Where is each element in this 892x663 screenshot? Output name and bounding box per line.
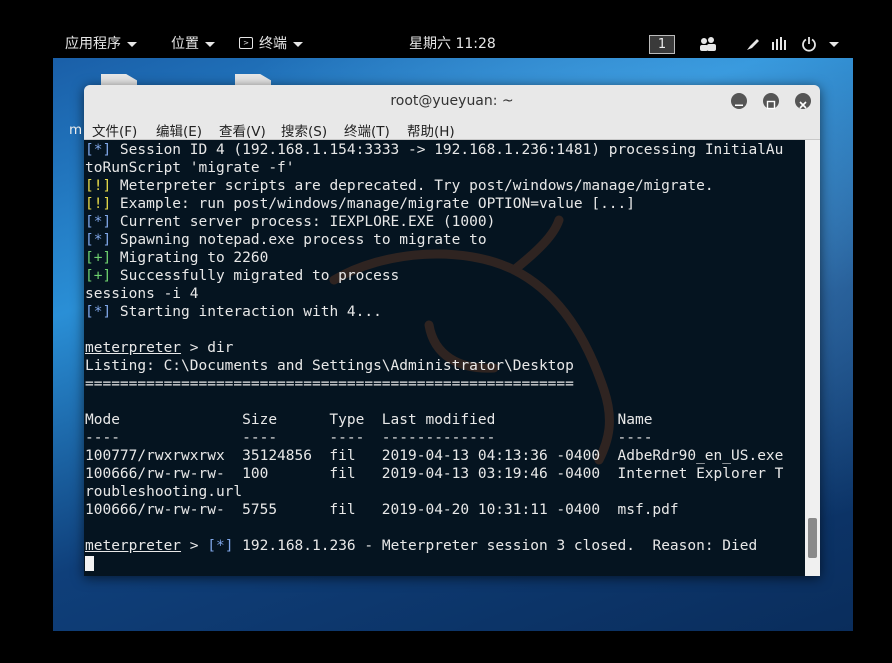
terminal-icon: > — [239, 37, 253, 49]
workspace-indicator[interactable]: 1 — [649, 35, 675, 54]
top-panel: 应用程序 位置 > 终端 星期六 11:28 1 — [53, 30, 853, 58]
applications-menu[interactable]: 应用程序 — [65, 30, 137, 58]
terminal-output[interactable]: [*] Session ID 4 (192.168.1.154:3333 -> … — [84, 140, 805, 576]
terminal-line: [*] Starting interaction with 4... — [85, 303, 783, 321]
info-tag: [*] — [85, 214, 112, 230]
meterpreter-prompt: meterpreter — [85, 538, 182, 554]
terminal-line: 100666/rw-rw-rw- 100 fil 2019-04-13 03:1… — [85, 465, 783, 483]
pen-icon[interactable] — [745, 36, 761, 52]
terminal-lines: [*] Session ID 4 (192.168.1.154:3333 -> … — [85, 141, 783, 573]
menu-edit[interactable]: 编辑(E) — [156, 120, 202, 140]
warning-tag: [!] — [85, 196, 112, 212]
window-title: root@yueyuan: ~ — [390, 93, 514, 109]
close-button[interactable] — [795, 93, 811, 109]
terminal-text: 100777/rwxrwxrwx 35124856 fil 2019-04-13… — [85, 448, 784, 464]
terminal-text: Session ID 4 (192.168.1.154:3333 -> 192.… — [111, 142, 784, 158]
terminal-text: 100666/rw-rw-rw- 100 fil 2019-04-13 03:1… — [85, 466, 784, 482]
menu-help[interactable]: 帮助(H) — [407, 120, 455, 140]
terminal-scrollbar[interactable] — [805, 140, 820, 576]
maximize-icon — [766, 100, 776, 110]
terminal-line: [!] Example: run post/windows/manage/mig… — [85, 195, 783, 213]
terminal-line: sessions -i 4 — [85, 285, 783, 303]
terminal-line: [*] Session ID 4 (192.168.1.154:3333 -> … — [85, 141, 783, 159]
info-tag: [*] — [85, 142, 112, 158]
terminal-line: toRunScript 'migrate -f' — [85, 159, 783, 177]
chevron-down-icon — [205, 41, 215, 47]
terminal-text: ---- ---- ---- ------------- ---- — [85, 430, 653, 446]
terminal-text: Starting interaction with 4... — [111, 304, 382, 320]
terminal-cursor — [85, 556, 94, 571]
terminal-line: [+] Successfully migrated to process — [85, 267, 783, 285]
window-titlebar[interactable]: root@yueyuan: ~ — [84, 85, 820, 117]
close-icon — [799, 101, 807, 109]
menu-file[interactable]: 文件(F) — [92, 120, 137, 140]
terminal-line: meterpreter > [*] 192.168.1.236 - Meterp… — [85, 537, 783, 555]
terminal-text: ========================================… — [85, 376, 574, 392]
chevron-down-icon — [127, 41, 137, 47]
terminal-text: Successfully migrated to process — [111, 268, 400, 284]
terminal-text: Mode Size Type Last modified Name — [85, 412, 653, 428]
chevron-down-icon — [293, 41, 303, 47]
minimize-icon — [735, 104, 743, 106]
success-tag: [+] — [85, 250, 112, 266]
terminal-text: roubleshooting.url — [85, 484, 243, 500]
clock[interactable]: 星期六 11:28 — [409, 30, 496, 58]
warning-tag: [!] — [85, 178, 112, 194]
terminal-text: Listing: C:\Documents and Settings\Admin… — [85, 358, 574, 374]
terminal-text: 192.168.1.236 - Meterpreter session 3 cl… — [233, 538, 758, 554]
info-tag: [*] — [85, 232, 112, 248]
menu-bar: 文件(F) 编辑(E) 查看(V) 搜索(S) 终端(T) 帮助(H) — [84, 117, 820, 140]
terminal-window: root@yueyuan: ~ 文件(F) 编辑(E) 查看(V) 搜索(S) … — [84, 85, 820, 576]
terminal-text: Migrating to 2260 — [111, 250, 269, 266]
terminal-line: ========================================… — [85, 375, 783, 393]
terminal-text: 100666/rw-rw-rw- 5755 fil 2019-04-20 10:… — [85, 502, 679, 518]
terminal-text: Example: run post/windows/manage/migrate… — [111, 196, 635, 212]
terminal-text: sessions -i 4 — [85, 286, 199, 302]
terminal-app-menu[interactable]: > 终端 — [239, 30, 303, 58]
terminal-line: Mode Size Type Last modified Name — [85, 411, 783, 429]
terminal-text: Spawning notepad.exe process to migrate … — [111, 232, 487, 248]
power-icon[interactable] — [801, 36, 817, 52]
minimize-button[interactable] — [731, 93, 747, 109]
terminal-line: roubleshooting.url — [85, 483, 783, 501]
applications-label: 应用程序 — [65, 36, 121, 52]
places-menu[interactable]: 位置 — [171, 30, 215, 58]
terminal-line: Listing: C:\Documents and Settings\Admin… — [85, 357, 783, 375]
terminal-text: Meterpreter scripts are deprecated. Try … — [111, 178, 714, 194]
info-tag: [*] — [85, 304, 112, 320]
terminal-line: 100666/rw-rw-rw- 5755 fil 2019-04-20 10:… — [85, 501, 783, 519]
places-label: 位置 — [171, 36, 199, 52]
terminal-line: [!] Meterpreter scripts are deprecated. … — [85, 177, 783, 195]
terminal-line: 100777/rwxrwxrwx 35124856 fil 2019-04-13… — [85, 447, 783, 465]
maximize-button[interactable] — [763, 93, 779, 110]
terminal-line — [85, 555, 783, 573]
menu-terminal[interactable]: 终端(T) — [344, 120, 390, 140]
terminal-line: [+] Migrating to 2260 — [85, 249, 783, 267]
chevron-down-icon[interactable] — [829, 42, 839, 47]
volume-bars-icon[interactable] — [771, 36, 789, 52]
people-icon[interactable] — [699, 36, 717, 52]
terminal-line: [*] Current server process: IEXPLORE.EXE… — [85, 213, 783, 231]
info-tag: [*] — [207, 538, 234, 554]
clock-label: 星期六 11:28 — [409, 36, 496, 52]
success-tag: [+] — [85, 268, 112, 284]
terminal-text: Current server process: IEXPLORE.EXE (10… — [111, 214, 496, 230]
background-window-fragment: m — [69, 122, 83, 138]
terminal-app-label: 终端 — [259, 36, 287, 52]
terminal-line: ---- ---- ---- ------------- ---- — [85, 429, 783, 447]
terminal-line: meterpreter > dir — [85, 339, 783, 357]
terminal-line: [*] Spawning notepad.exe process to migr… — [85, 231, 783, 249]
menu-view[interactable]: 查看(V) — [219, 120, 266, 140]
terminal-text: > dir — [181, 340, 234, 356]
terminal-text: toRunScript 'migrate -f' — [85, 160, 295, 176]
scrollbar-thumb[interactable] — [808, 518, 817, 558]
meterpreter-prompt: meterpreter — [85, 340, 182, 356]
terminal-text: > — [181, 538, 208, 554]
menu-search[interactable]: 搜索(S) — [281, 120, 327, 140]
